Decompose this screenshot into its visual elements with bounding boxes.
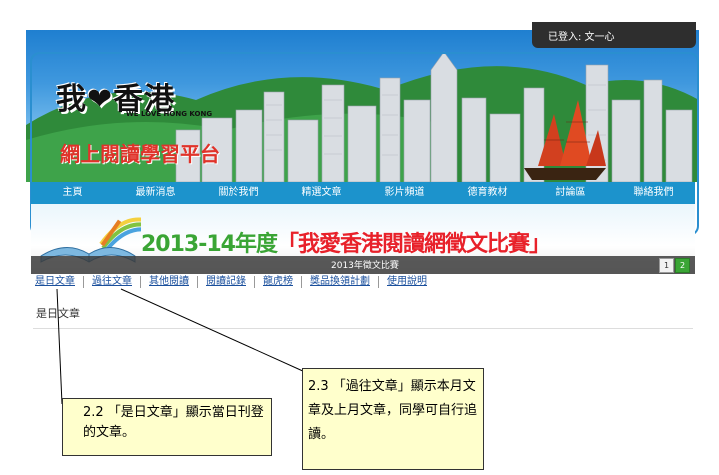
- subnav-reading-record[interactable]: 閱讀記錄: [198, 276, 255, 288]
- contest-caption: 2013年徵文比賽: [331, 261, 399, 271]
- slide-page-1[interactable]: 1: [659, 258, 674, 273]
- nav-item-contact[interactable]: 聯絡我們: [612, 182, 695, 204]
- nav-item-about[interactable]: 關於我們: [197, 182, 280, 204]
- nav-item-home[interactable]: 主頁: [31, 182, 114, 204]
- contest-banner[interactable]: 2013-14年度「我愛香港閱讀網徵文比賽」 2013年徵文比賽 1 2: [31, 204, 695, 274]
- subnav-prize-redemption[interactable]: 獎品換領計劃: [302, 276, 379, 288]
- section-title: 是日文章: [36, 307, 80, 320]
- callout-today-article: 2.2 「是日文章」顯示當日刊登的文章。: [62, 398, 272, 456]
- slide-page-2[interactable]: 2: [675, 258, 690, 273]
- callout-past-articles-text: 2.3 「過往文章」顯示本月文章及上月文章，同學可自行追讀。: [308, 379, 478, 442]
- nav-item-featured[interactable]: 精選文章: [280, 182, 363, 204]
- subnav-leaderboard[interactable]: 龍虎榜: [255, 276, 302, 288]
- contest-name: 「我愛香港閱讀網徵文比賽」: [276, 232, 551, 257]
- nav-item-forum[interactable]: 討論區: [529, 182, 612, 204]
- contest-caption-bar: 2013年徵文比賽: [31, 256, 695, 274]
- contest-year: 2013-14年度: [141, 232, 278, 257]
- article-subnav: 是日文章 過往文章 其他閱讀 閱讀記錄 龍虎榜 獎品換領計劃 使用說明: [31, 274, 695, 290]
- subnav-past-articles[interactable]: 過往文章: [84, 276, 141, 288]
- contest-title: 2013-14年度「我愛香港閱讀網徵文比賽」: [141, 226, 551, 258]
- nav-item-news[interactable]: 最新消息: [114, 182, 197, 204]
- subnav-today-article[interactable]: 是日文章: [31, 276, 84, 288]
- main-nav: 主頁 最新消息 關於我們 精選文章 影片頻道 德育教材 討論區 聯絡我們: [31, 182, 695, 204]
- nav-item-moral-ed[interactable]: 德育教材: [446, 182, 529, 204]
- login-status-bar: 已登入: 文一心: [532, 22, 696, 48]
- login-status-text: 已登入: 文一心: [548, 32, 615, 43]
- nav-item-videos[interactable]: 影片頻道: [363, 182, 446, 204]
- callout-today-article-text: 2.2 「是日文章」顯示當日刊登的文章。: [83, 405, 264, 440]
- callout-past-articles: 2.3 「過往文章」顯示本月文章及上月文章，同學可自行追讀。: [302, 368, 484, 470]
- section-divider: [33, 328, 693, 329]
- subnav-other-reading[interactable]: 其他閱讀: [141, 276, 198, 288]
- subnav-instructions[interactable]: 使用說明: [379, 276, 435, 288]
